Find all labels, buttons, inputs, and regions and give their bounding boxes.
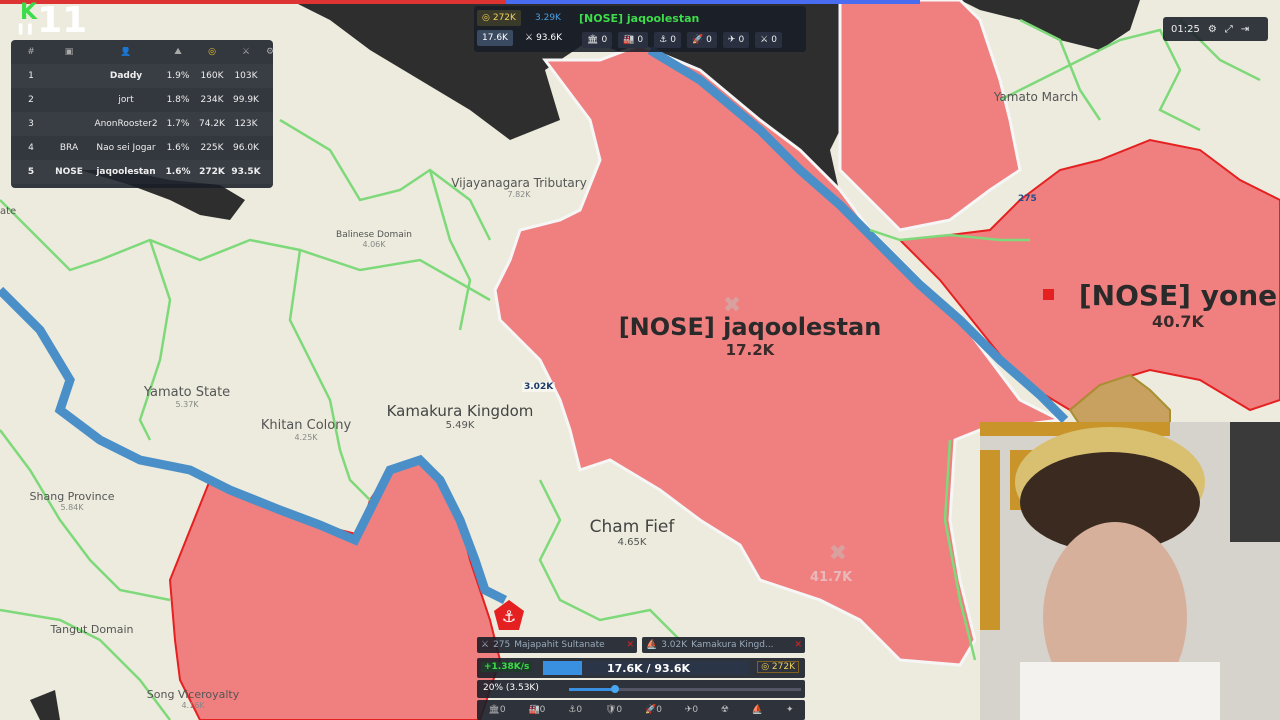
svg-text:⚓: ⚓ xyxy=(502,607,516,626)
building-counts: 🏛 0 🏭 0 ⚓ 0 🚀 0 ✈ 0 ⚔ 0 xyxy=(582,32,782,48)
boat-troops-label: 3.02K xyxy=(522,382,556,392)
game-timer: 01:25 xyxy=(1171,23,1200,35)
mirv-icon[interactable]: ✦ xyxy=(786,705,794,715)
build-bar: 🏛0 🏭0 ⚓0 🛡0 🚀0 ✈0 ☢ ⛵ ✦ xyxy=(477,700,805,720)
troop-rate: +1.38K/s xyxy=(481,662,533,672)
attack-ratio-label: 20% (3.53K) xyxy=(483,683,539,693)
attack-icon: ⚔ xyxy=(481,640,490,650)
build-port-button[interactable]: ⚓0 xyxy=(568,705,582,715)
slider-handle[interactable] xyxy=(611,685,620,693)
label-tangut: Tangut Domain xyxy=(50,623,134,636)
build-sam-button[interactable]: ✈0 xyxy=(685,705,698,715)
timer-panel: 01:25 ⚙ ⤢ ⇥ xyxy=(1163,17,1268,41)
label-yamato-march: Yamato March xyxy=(993,90,1079,104)
boat-attack-icon: ⛵ xyxy=(646,640,658,650)
control-panel: ⚔ 275 Majapahit Sultanate ✕ ⛵ 3.02K Kama… xyxy=(474,636,806,720)
label-khitan: Khitan Colony 4.25K xyxy=(260,418,352,442)
header-territory-icon[interactable]: ⛰ xyxy=(161,47,195,57)
player-info-panel: ◎ 272K 3.29K [NOSE] jaqoolestan 17.6K ⚔ 93… xyxy=(474,6,806,52)
cancel-attack-icon[interactable]: ✕ xyxy=(794,640,802,650)
build-defense-button[interactable]: 🛡0 xyxy=(605,705,622,715)
nuke-icon[interactable]: ☢ xyxy=(721,705,729,715)
city-marker xyxy=(1043,289,1054,300)
label-kamakura: Kamakura Kingdom 5.49K xyxy=(386,402,534,431)
fullscreen-icon[interactable]: ⤢ xyxy=(1225,24,1233,35)
troop-ratio: 17.6K / 93.6K xyxy=(607,662,691,675)
gold-chip: ◎ 272K xyxy=(477,10,521,26)
attack-ratio-slider[interactable] xyxy=(569,685,801,693)
leaderboard: # ▣ 👤 ⛰ ◎ ⚔ ⚙ 1 Daddy 1.9% 160K 103K 2 jort 1.… xyxy=(11,40,274,188)
edge-275-label: 275 xyxy=(1018,194,1037,204)
missile-count[interactable]: 🚀 0 xyxy=(686,32,717,48)
label-vijayanagara: Vijayanagara Tributary 7.82K xyxy=(451,176,587,199)
label-cham: Cham Fief 4.65K xyxy=(589,517,675,548)
build-factory-button[interactable]: 🏭0 xyxy=(528,705,545,715)
header-gold-icon[interactable]: ◎ xyxy=(195,47,229,57)
factory-count[interactable]: 🏭 0 xyxy=(618,32,649,48)
leaderboard-row-self[interactable]: 5 NOSE jaqoolestan 1.6% 272K 93.5K xyxy=(11,160,273,184)
settings-icon[interactable]: ⚙ xyxy=(1208,24,1217,35)
label-shang: Shang Province 5.84K xyxy=(29,490,115,512)
gold-amount: ◎ 272K xyxy=(757,661,799,673)
attack-entry[interactable]: ⚔ 275 Majapahit Sultanate ✕ xyxy=(477,637,637,653)
label-song: Song Viceroyalty 4.16K xyxy=(146,688,240,710)
progress-bar xyxy=(0,0,920,4)
max-troops-chip: ⚔ 93.6K xyxy=(525,33,563,43)
leaderboard-row[interactable]: 3 AnonRooster2 1.7% 74.2K 123K xyxy=(11,112,273,136)
pop-rate-chip: 3.29K xyxy=(535,13,561,23)
leaderboard-row[interactable]: 4 BRA Nao sei Jogar 1.6% 225K 96.0K xyxy=(11,136,273,160)
sam-count[interactable]: ✈ 0 xyxy=(722,32,750,48)
label-balinese: Balinese Domain 4.06K xyxy=(336,230,412,249)
pause-icon[interactable]: ❚❚ xyxy=(16,22,34,35)
incoming-troops-label: 41.7K xyxy=(810,570,853,585)
cancel-attack-icon[interactable]: ✕ xyxy=(626,640,634,650)
city-count[interactable]: 🏛 0 xyxy=(582,32,613,48)
player-name: [NOSE] jaqoolestan xyxy=(579,12,700,25)
label-player-jaqoolestan: [NOSE] jaqoolestan 17.2K xyxy=(618,313,882,359)
label-player-yone: [NOSE] yone 40.7K xyxy=(1078,279,1278,331)
header-clan-icon[interactable]: ▣ xyxy=(47,47,91,57)
label-yamato-state: Yamato State 5.37K xyxy=(143,385,231,409)
troops-icon: ⚔ xyxy=(525,33,534,43)
edge-ate-label: ate xyxy=(0,206,17,217)
header-troops-icon[interactable]: ⚔ xyxy=(229,47,263,57)
troops-chip: 17.6K xyxy=(477,30,513,46)
gold-icon: ◎ xyxy=(482,13,490,23)
svg-text:✖: ✖ xyxy=(829,541,847,566)
header-rank[interactable]: # xyxy=(15,47,47,57)
leaderboard-row[interactable]: 2 jort 1.8% 234K 99.9K xyxy=(11,88,273,112)
exit-icon[interactable]: ⇥ xyxy=(1241,24,1249,35)
attack-ratio-row: 20% (3.53K) xyxy=(477,680,805,698)
troop-bar-fill xyxy=(543,661,583,675)
build-city-button[interactable]: 🏛0 xyxy=(488,705,505,715)
webcam-overlay xyxy=(980,422,1280,720)
defense-count[interactable]: ⚔ 0 xyxy=(755,32,782,48)
troops-row: +1.38K/s 17.6K / 93.6K ◎ 272K xyxy=(477,658,805,678)
warship-icon[interactable]: ⛵ xyxy=(752,705,763,715)
leaderboard-header: # ▣ 👤 ⛰ ◎ ⚔ ⚙ xyxy=(11,40,274,64)
header-player-icon[interactable]: 👤 xyxy=(91,47,161,57)
attack-entry[interactable]: ⛵ 3.02K Kamakura Kingd... ✕ xyxy=(642,637,805,653)
header-settings-icon[interactable]: ⚙ xyxy=(263,47,277,57)
build-missile-button[interactable]: 🚀0 xyxy=(645,705,662,715)
leaderboard-row[interactable]: 1 Daddy 1.9% 160K 103K xyxy=(11,64,273,88)
port-count[interactable]: ⚓ 0 xyxy=(654,32,681,48)
